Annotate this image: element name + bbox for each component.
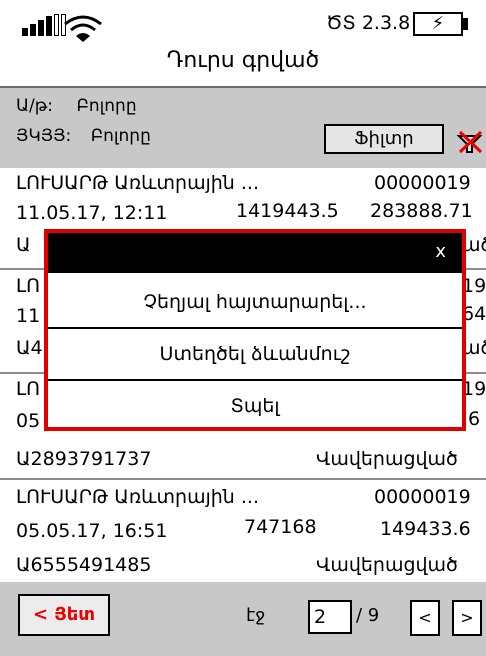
context-menu: x Չեղյալ հայտարարել... Ստեղծել ձևանմուշ … xyxy=(44,229,466,431)
filter-type-label: ՅԿՅՅ: xyxy=(16,126,72,146)
item-datetime: 11 xyxy=(16,305,41,327)
item-name: ԼՈ xyxy=(16,275,41,297)
prev-page-button[interactable]: < xyxy=(410,600,440,636)
filter-date-label: Ա/թ: xyxy=(16,96,54,116)
item-status: Վավերացված xyxy=(316,554,458,576)
filter-type-value: Բոլորը xyxy=(90,126,151,146)
item-datetime: 11.05.17, 12:11 xyxy=(16,202,168,224)
page-title: Դուրս գրված xyxy=(166,48,320,73)
page-number-input[interactable]: 2 xyxy=(308,600,352,634)
item-id: Ա xyxy=(16,234,31,256)
filter-button[interactable]: Ֆիլտր xyxy=(324,124,444,154)
close-icon[interactable]: x xyxy=(435,241,446,262)
menu-item-cancel[interactable]: Չեղյալ հայտարարել... xyxy=(48,277,462,327)
item-status: Վավերացված xyxy=(316,448,458,470)
item-datetime: 05 xyxy=(16,410,41,432)
context-menu-header: x xyxy=(48,233,462,273)
back-button[interactable]: < Յետ xyxy=(18,594,110,636)
battery-icon: ⚡ xyxy=(413,12,463,36)
filter-row-date: Ա/թ: Բոլորը xyxy=(16,96,137,116)
item-id: Ա2893791737 xyxy=(16,448,152,470)
wifi-icon xyxy=(64,15,102,42)
item-vat: 149433.6 xyxy=(380,518,471,540)
item-name: ԼՈՒՍԱՐԹ Առևտրային ... xyxy=(16,172,260,194)
menu-item-print[interactable]: Տպել xyxy=(48,381,462,431)
item-id: Ա6555491485 xyxy=(16,554,152,576)
item-amount: 747168 xyxy=(244,516,317,538)
item-code: 00000019 xyxy=(374,486,471,508)
status-bar: ԾՏ 2.3.8 ⚡ xyxy=(0,0,486,46)
filter-row-type: ՅԿՅՅ: Բոլորը xyxy=(16,126,151,146)
battery-tip xyxy=(463,18,468,30)
item-name: ԼՈ xyxy=(16,378,41,400)
clear-filter-icon[interactable] xyxy=(456,128,484,154)
item-name: ԼՈՒՍԱՐԹ Առևտրային ... xyxy=(16,486,260,508)
app-version: ԾՏ 2.3.8 xyxy=(326,12,411,34)
menu-item-create-template[interactable]: Ստեղծել ձևանմուշ xyxy=(48,329,462,379)
item-code: 00000019 xyxy=(374,172,471,194)
page-label: էջ xyxy=(246,605,266,626)
page-total: / 9 xyxy=(356,605,380,626)
filter-date-value: Բոլորը xyxy=(76,96,137,116)
item-id: Ա4 xyxy=(16,337,43,359)
list-item[interactable]: ԼՈՒՍԱՐԹ Առևտրային ... 00000019 05.05.17,… xyxy=(0,480,486,582)
item-amount: 1419443.5 xyxy=(236,200,339,222)
item-datetime: 05.05.17, 16:51 xyxy=(16,520,168,542)
next-page-button[interactable]: > xyxy=(452,600,482,636)
item-vat: 283888.71 xyxy=(370,200,473,222)
